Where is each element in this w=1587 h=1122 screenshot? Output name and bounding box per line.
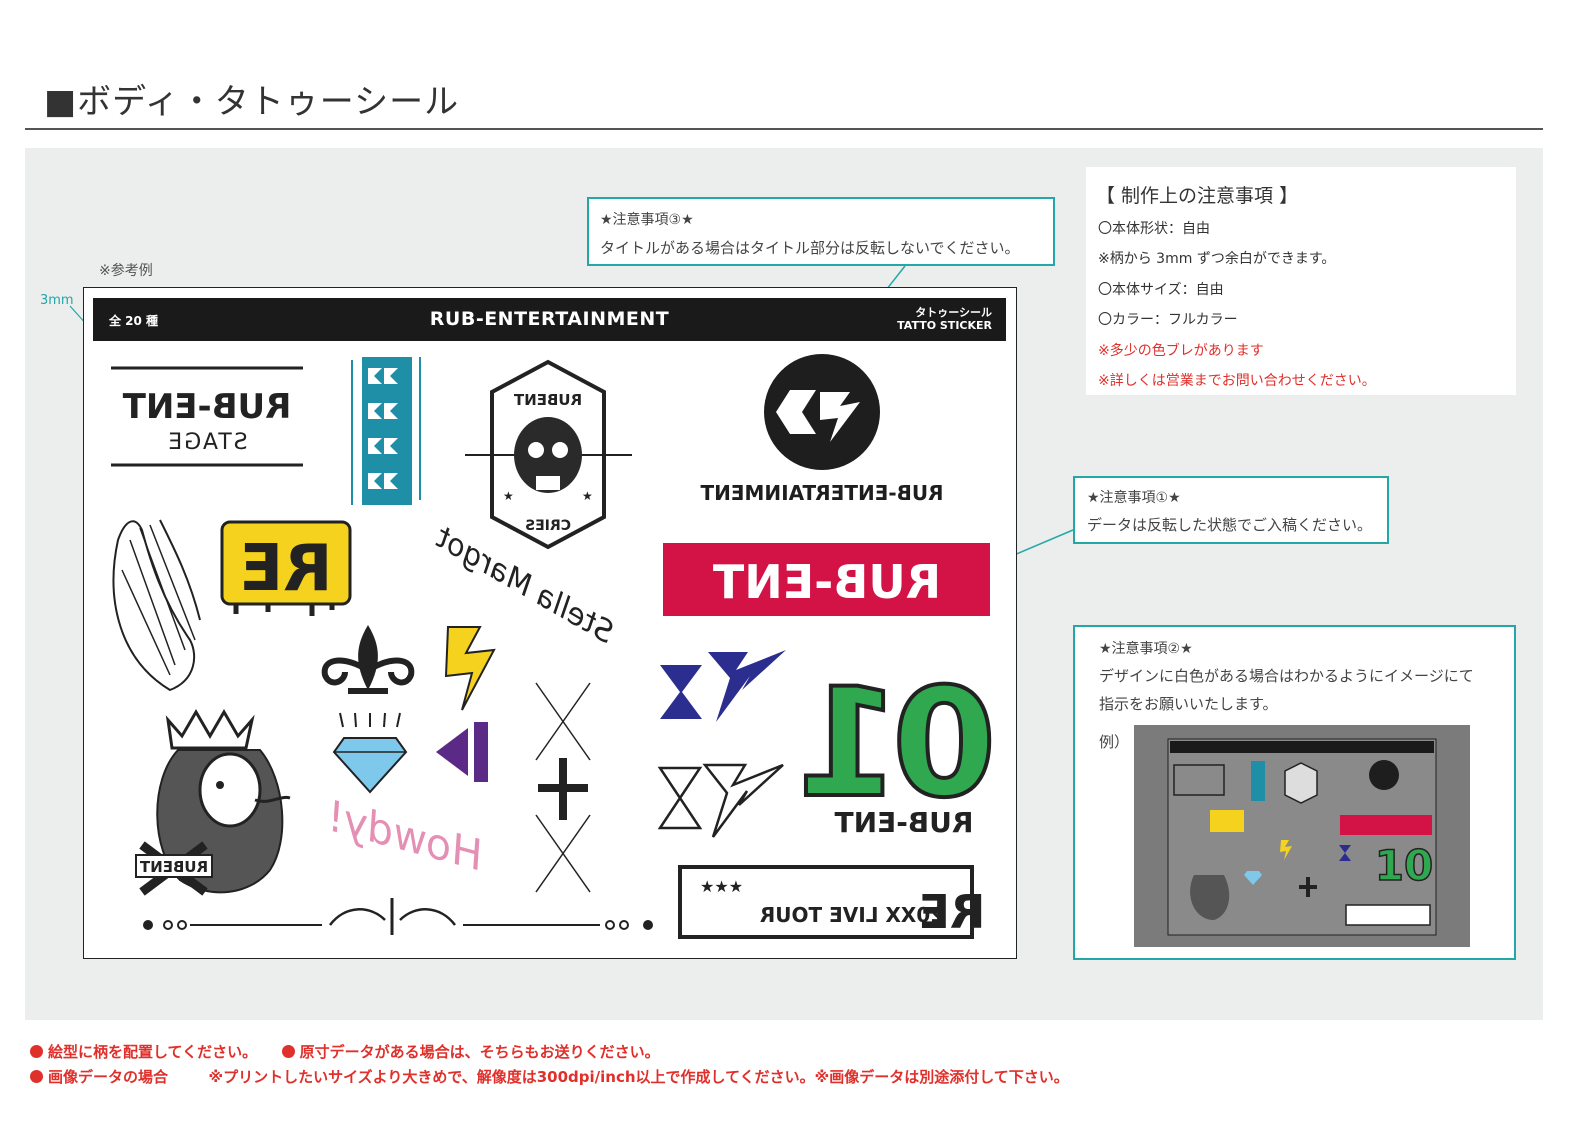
- lion-sticker: RUBENT: [135, 709, 291, 896]
- note3-text: タイトルがある場合はタイトル部分は反転しないでください。: [600, 239, 1020, 257]
- stage-sticker: RUB-ENT STAGE: [111, 366, 303, 467]
- tour-text: 20XX LIVE TOUR: [760, 903, 944, 927]
- note1-box: ★注意事項①★ データは反転した状態でご入稿ください。: [1073, 476, 1389, 544]
- svg-text:10: 10: [1375, 841, 1433, 890]
- white-ink-example-image: 10: [1134, 725, 1470, 947]
- skull-top-text: RUBENT: [513, 391, 582, 409]
- tour-letters: RE: [919, 885, 986, 939]
- note2-example-label: 例）: [1099, 733, 1130, 751]
- re-drip-sticker: RE: [220, 520, 352, 616]
- production-note-line: 〇カラー：フルカラー: [1098, 312, 1238, 328]
- note3-title: ★注意事項③★: [600, 212, 694, 228]
- wing-sticker: [112, 519, 201, 692]
- footer-line-1: 絵型に柄を配置してください。 原寸データがある場合は、そちらもお送りください。: [30, 1041, 660, 1062]
- footer-line-2: 画像データの場合 ※プリントしたいサイズより大きめで、解像度は300dpi/in…: [30, 1066, 1069, 1087]
- bullet-dot-icon: [281, 1045, 295, 1058]
- bullet-dot-icon: [30, 1070, 43, 1083]
- production-notes-heading: 【 制作上の注意事項 】: [1096, 185, 1299, 207]
- lion-banner-text: RUBENT: [139, 858, 208, 876]
- tour-sticker: ★★★ 20XX LIVE TOUR RE: [678, 865, 986, 939]
- crown-icon: [165, 709, 255, 750]
- footer-note-image-detail: ※プリントしたいサイズより大きめで、解像度は300dpi/inch以上で作成して…: [208, 1068, 1069, 1086]
- note2-text-line1: デザインに白色がある場合はわかるようにイメージにて: [1099, 667, 1474, 685]
- ornament-divider: [143, 898, 653, 935]
- footer-note-layout: 絵型に柄を配置してください。: [48, 1043, 258, 1061]
- production-warning-line: ※多少の色ブレがあります: [1098, 343, 1264, 359]
- red-banner-sticker: RUB-ENT: [663, 543, 990, 616]
- re-drip-text: RE: [240, 532, 333, 606]
- production-note-line: 〇本体形状：自由: [1098, 221, 1210, 237]
- production-note-line: 〇本体サイズ：自由: [1098, 282, 1224, 298]
- footer-note-image-label: 画像データの場合: [48, 1068, 169, 1086]
- diamond-sticker: [332, 712, 408, 794]
- tour-stars: ★★★: [700, 877, 743, 896]
- navy-logo-sticker: [660, 650, 786, 722]
- note2-title: ★注意事項②★: [1099, 641, 1193, 657]
- number-sticker: 01 RUB-ENT: [802, 655, 999, 839]
- diamond-icon: [332, 737, 408, 794]
- logo-circle-text: RUB-ENTERTAINMENT: [700, 481, 943, 505]
- note3-box: ★注意事項③★ タイトルがある場合はタイトル部分は反転しないでください。: [587, 197, 1055, 266]
- cross-sticker: [535, 682, 591, 893]
- svg-text:★: ★: [503, 489, 514, 503]
- production-notes-box: 【 制作上の注意事項 】 〇本体形状：自由 ※柄から 3mm ずつ余白ができます…: [1086, 167, 1516, 395]
- skull-badge: RUBENT CRIES ★ ★: [465, 359, 632, 550]
- note1-title: ★注意事項①★: [1087, 490, 1181, 506]
- red-banner-text: RUB-ENT: [712, 555, 941, 609]
- mini-sheet-preview: 10: [1167, 738, 1437, 936]
- svg-text:★: ★: [582, 489, 593, 503]
- stage-line2: STAGE: [166, 430, 247, 455]
- bullet-dot-icon: [30, 1045, 43, 1058]
- number-caption: RUB-ENT: [835, 806, 974, 839]
- yellow-bolt-sticker: [444, 626, 496, 711]
- stage-line1: RUB-ENT: [122, 387, 291, 427]
- note1-text: データは反転した状態でご入稿ください。: [1087, 516, 1373, 534]
- production-note-line: ※柄から 3mm ずつ余白ができます。: [1098, 251, 1336, 267]
- number-text: 01: [804, 657, 997, 831]
- skull-bottom-text: CRIES: [525, 518, 571, 534]
- logo-circle-sticker: RUB-ENTERTAINMENT: [700, 354, 944, 505]
- howdy-text: Howdy!: [321, 791, 488, 880]
- fleur-de-lis-sticker: [321, 625, 415, 694]
- note2-text-line2: 指示をお願いいたします。: [1099, 695, 1278, 713]
- teal-arrow-tile: [351, 357, 421, 505]
- outline-logo-sticker: [657, 763, 784, 838]
- howdy-sticker: Howdy!: [321, 791, 488, 880]
- purple-mark-sticker: [436, 722, 488, 782]
- footer-note-original: 原寸データがある場合は、そちらもお送りください。: [299, 1043, 660, 1061]
- production-warning-line: ※詳しくは営業までお問い合わせください。: [1098, 373, 1376, 389]
